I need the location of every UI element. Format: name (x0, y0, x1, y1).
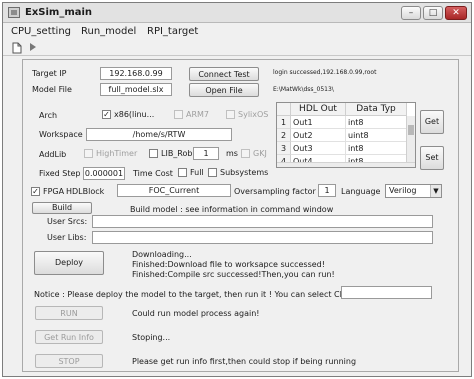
data-type-header: Data Typ (346, 103, 407, 116)
fpga-label: FPGA (43, 187, 65, 196)
arch-sylixos-label: SylixOS (238, 110, 269, 119)
arch-arm7-label: ARM7 (186, 110, 210, 119)
user-libs-input[interactable] (92, 231, 433, 244)
arch-sylixos-checkbox[interactable] (226, 110, 235, 119)
close-button[interactable]: ✕ (445, 6, 467, 20)
ms-input[interactable]: 1 (193, 147, 219, 160)
model-path-text: E:\MatWk\dss_0513\ (273, 86, 334, 93)
arch-x86-checkbox[interactable]: ✓ (102, 110, 111, 119)
hdlblock-input[interactable]: FOC_Current (117, 184, 231, 197)
window-title: ExSim_main (25, 7, 93, 18)
table-horizontal-scrollbar[interactable] (277, 162, 415, 167)
stop-message: Please get run info first,then could sto… (132, 357, 357, 366)
cpu-select-input[interactable] (341, 286, 432, 299)
table-cell-hdl-out[interactable]: Out3 (291, 142, 346, 155)
menu-bar: CPU_setting Run_model RPI_target (3, 24, 471, 40)
set-button[interactable]: Set (420, 146, 444, 170)
row-number: 3 (277, 142, 291, 155)
model-file-input[interactable]: full_model.slx (100, 83, 172, 96)
menu-cpu-setting[interactable]: CPU_setting (11, 26, 71, 37)
app-icon (8, 7, 20, 18)
deploy-log-line: Downloading... (132, 250, 192, 259)
user-srcs-label: User Srcs: (47, 217, 88, 226)
target-ip-label: Target IP (32, 69, 67, 78)
chevron-down-icon: ▼ (430, 185, 441, 197)
menu-run-model[interactable]: Run_model (81, 26, 136, 37)
user-srcs-input[interactable] (92, 215, 433, 228)
main-window: ExSim_main – □ ✕ CPU_setting Run_model R… (2, 2, 472, 377)
open-file-button[interactable]: Open File (189, 83, 259, 97)
row-number: 2 (277, 129, 291, 142)
title-bar: ExSim_main – □ ✕ (3, 3, 471, 23)
workspace-label: Workspace (39, 130, 83, 139)
stop-button[interactable]: STOP (35, 354, 103, 368)
addlib-label: AddLib (39, 150, 67, 159)
table-cell-hdl-out[interactable]: Out1 (291, 116, 346, 129)
run-message: Could run model process again! (132, 309, 260, 318)
table-cell-data-type[interactable]: uint8 (346, 129, 407, 142)
table-cell-hdl-out[interactable]: Out2 (291, 129, 346, 142)
scrollbar-thumb[interactable] (408, 125, 414, 135)
model-file-label: Model File (32, 85, 72, 94)
deploy-log-line: Finished:Download file to worksapce succ… (132, 260, 325, 269)
arch-arm7-checkbox[interactable] (174, 110, 183, 119)
arch-label: Arch (39, 111, 58, 120)
get-run-info-button[interactable]: Get Run Info (35, 330, 103, 344)
hightimer-checkbox[interactable] (84, 149, 93, 158)
hightimer-label: HighTimer (96, 149, 138, 158)
fixed-step-input[interactable]: 0.000001 (83, 167, 125, 180)
ms-label: ms (226, 149, 238, 158)
subsystems-label: Subsystems (220, 168, 269, 177)
login-status-text: login successed,192.168.0.99,root (273, 69, 377, 76)
hdl-out-header: HDL Out (291, 103, 346, 116)
time-cost-label: Time Cost (133, 169, 173, 178)
new-file-icon[interactable] (11, 42, 23, 54)
language-select[interactable]: Verilog ▼ (385, 184, 442, 198)
fixed-step-label: Fixed Step (39, 169, 81, 178)
user-libs-label: User Libs: (47, 233, 87, 242)
build-button[interactable]: Build (32, 202, 92, 214)
full-label: Full (190, 168, 204, 177)
maximize-button[interactable]: □ (423, 6, 443, 20)
target-ip-input[interactable]: 192.168.0.99 (100, 67, 172, 80)
table-cell-data-type[interactable]: int8 (346, 142, 407, 155)
row-number: 1 (277, 116, 291, 129)
play-icon[interactable] (27, 42, 39, 54)
lib-robot-checkbox[interactable] (149, 149, 158, 158)
subsystems-checkbox[interactable] (208, 168, 217, 177)
deploy-button[interactable]: Deploy (34, 251, 104, 275)
hdlblock-label: HDLBlock (66, 187, 105, 196)
workspace-input[interactable]: /home/s/RTW (86, 128, 232, 141)
oversampling-input[interactable]: 1 (318, 184, 336, 197)
hdl-out-table[interactable]: HDL Out Data Typ 1 Out1 int8 2 Out2 uint… (276, 102, 416, 168)
settings-panel: Target IP 192.168.0.99 Connect Test logi… (22, 59, 459, 372)
oversampling-label: Oversampling factor (234, 187, 316, 196)
language-value: Verilog (389, 186, 417, 195)
notice-text: Notice : Please deploy the model to the … (34, 290, 353, 299)
menu-rpi-target[interactable]: RPI_target (147, 26, 198, 37)
gkj-label: GKJ (253, 149, 267, 158)
run-button[interactable]: RUN (35, 306, 103, 320)
arch-x86-label: x86(linu... (114, 110, 155, 119)
deploy-log-line: Finished:Compile src successed!Then,you … (132, 270, 335, 279)
connect-test-button[interactable]: Connect Test (189, 67, 259, 81)
minimize-button[interactable]: – (401, 6, 421, 20)
table-vertical-scrollbar[interactable] (406, 116, 415, 167)
build-message: Build model : see information in command… (130, 205, 334, 214)
full-checkbox[interactable] (178, 168, 187, 177)
get-button[interactable]: Get (420, 110, 444, 134)
language-label: Language (341, 187, 381, 196)
toolbar (3, 40, 471, 56)
table-corner (277, 103, 291, 116)
gkj-checkbox[interactable] (241, 149, 250, 158)
table-cell-data-type[interactable]: int8 (346, 116, 407, 129)
run-info-message: Stoping... (132, 333, 171, 342)
fpga-checkbox[interactable]: ✓ (31, 187, 40, 196)
